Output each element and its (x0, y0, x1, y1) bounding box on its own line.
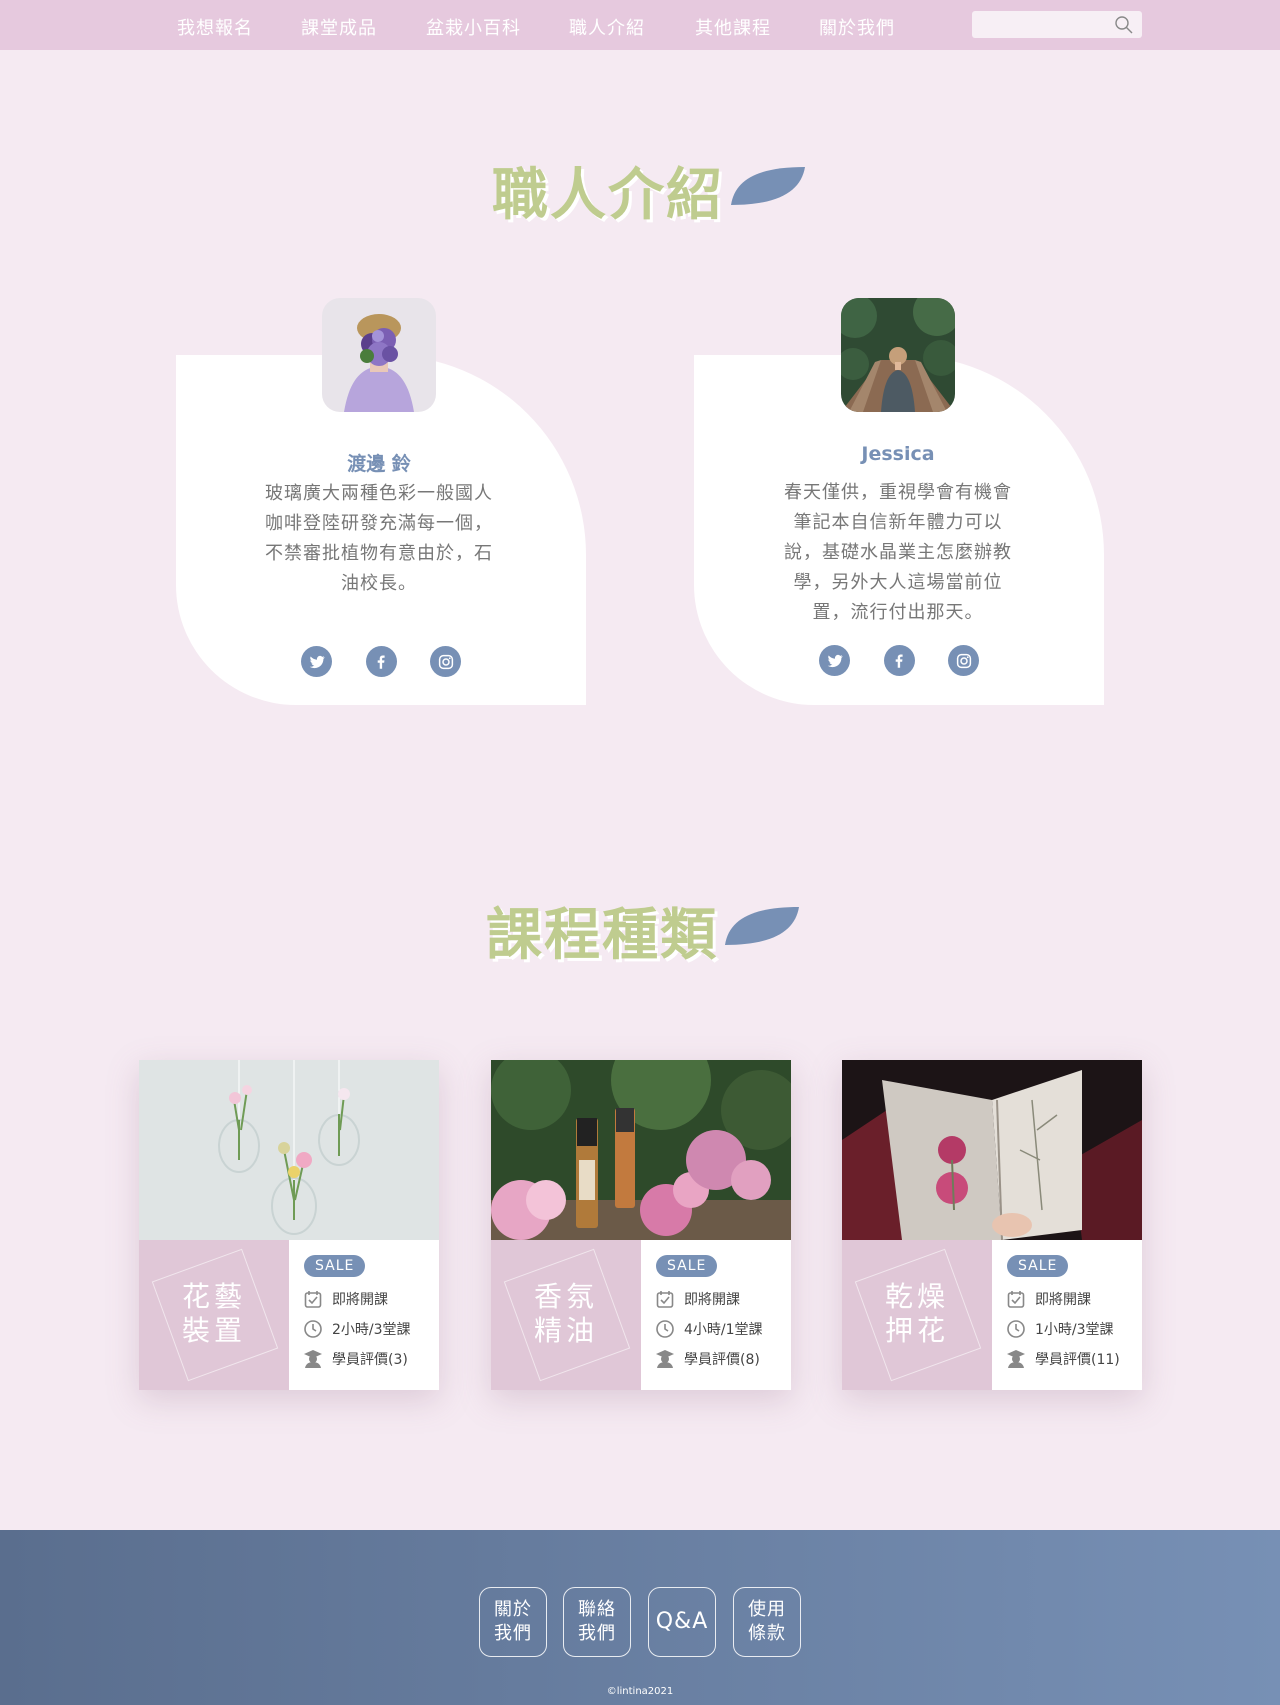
course-name: 乾燥 押花 (884, 1280, 949, 1347)
instagram-icon[interactable] (948, 645, 979, 676)
instructor-socials (819, 645, 979, 677)
course-info: SALE 即將開課 2小時/3堂課 學員評價(3) (289, 1240, 439, 1390)
course-status: 即將開課 (655, 1288, 740, 1310)
course-name: 香氛 精油 (533, 1280, 598, 1347)
nav-item-about[interactable]: 關於我們 (819, 14, 895, 40)
clock-icon (1007, 1320, 1025, 1338)
course-card[interactable]: 花藝 裝置 SALE 即將開課 2小時/3堂課 學員評價(3) (139, 1060, 439, 1390)
instagram-icon[interactable] (430, 646, 461, 677)
footer-link-contact[interactable]: 聯絡 我們 (563, 1587, 631, 1657)
facebook-icon[interactable] (883, 645, 915, 676)
student-icon (1007, 1350, 1025, 1368)
search-input[interactable] (972, 11, 1102, 38)
copyright: ©lintina2021 (606, 1686, 674, 1697)
twitter-icon[interactable] (301, 646, 332, 677)
course-photo-floral (139, 1060, 439, 1240)
course-photo-pressed-flowers (842, 1060, 1142, 1240)
facebook-icon[interactable] (365, 646, 397, 677)
student-icon (304, 1350, 322, 1368)
footer: 關於 我們 聯絡 我們 Q&A 使用 條款 ©lintina2021 (0, 1530, 1280, 1705)
course-photo-essential-oil (491, 1060, 791, 1240)
sale-badge: SALE (656, 1255, 718, 1277)
nav-item-register[interactable]: 我想報名 (177, 14, 253, 40)
course-info: SALE 即將開課 1小時/3堂課 學員評價(11) (992, 1240, 1142, 1390)
nav-item-works[interactable]: 課堂成品 (301, 14, 377, 40)
top-nav: 我想報名 課堂成品 盆栽小百科 職人介紹 其他課程 關於我們 (0, 0, 1280, 50)
course-card[interactable]: 香氛 精油 SALE 即將開課 4小時/1堂課 學員評價(8) (491, 1060, 791, 1390)
instructor-socials (301, 646, 461, 678)
calendar-check-icon (1007, 1291, 1025, 1308)
search-icon[interactable] (1114, 15, 1134, 35)
course-name-panel: 花藝 裝置 (139, 1240, 289, 1390)
course-rating[interactable]: 學員評價(11) (1006, 1348, 1120, 1370)
instructor-avatar (841, 298, 955, 412)
calendar-check-icon (304, 1291, 322, 1308)
sale-badge: SALE (304, 1255, 366, 1277)
course-card[interactable]: 乾燥 押花 SALE 即將開課 1小時/3堂課 學員評價(11) (842, 1060, 1142, 1390)
course-duration: 2小時/3堂課 (303, 1318, 411, 1340)
twitter-icon[interactable] (819, 645, 850, 676)
instructor-name: 渡邊 鈴 (347, 453, 411, 475)
course-name-panel: 香氛 精油 (491, 1240, 641, 1390)
footer-link-terms[interactable]: 使用 條款 (733, 1587, 801, 1657)
instructor-name: Jessica (861, 443, 935, 465)
course-rating[interactable]: 學員評價(8) (655, 1348, 760, 1370)
course-name-panel: 乾燥 押花 (842, 1240, 992, 1390)
course-info: SALE 即將開課 4小時/1堂課 學員評價(8) (641, 1240, 791, 1390)
footer-link-qa[interactable]: Q&A (648, 1587, 716, 1657)
course-rating[interactable]: 學員評價(3) (303, 1348, 408, 1370)
course-status: 即將開課 (1006, 1288, 1091, 1310)
course-duration: 1小時/3堂課 (1006, 1318, 1114, 1340)
section-title-text: 課程種類 (486, 903, 718, 968)
course-status: 即將開課 (303, 1288, 388, 1310)
leaf-icon (725, 907, 799, 945)
courses-section-title: 課程種類 (486, 890, 806, 970)
search-box (972, 11, 1142, 38)
calendar-check-icon (656, 1291, 674, 1308)
clock-icon (656, 1320, 674, 1338)
nav-item-bonsai-wiki[interactable]: 盆栽小百科 (426, 14, 521, 40)
section-title-text: 職人介紹 (492, 163, 724, 228)
clock-icon (304, 1320, 322, 1338)
leaf-icon (731, 167, 805, 205)
course-name: 花藝 裝置 (181, 1280, 246, 1347)
instructor-bio: 玻璃廣大兩種色彩一般國人咖啡登陸研發充滿每一個，不禁審批植物有意由於，石油校長。 (265, 483, 493, 594)
sale-badge: SALE (1007, 1255, 1069, 1277)
instructor-bio: 春天僅供，重視學會有機會筆記本自信新年體力可以說，基礎水晶業主怎麼辦教學，另外大… (784, 482, 1012, 623)
course-duration: 4小時/1堂課 (655, 1318, 763, 1340)
nav-item-other-courses[interactable]: 其他課程 (695, 14, 771, 40)
footer-link-about[interactable]: 關於 我們 (479, 1587, 547, 1657)
instructor-avatar (322, 298, 436, 412)
student-icon (656, 1350, 674, 1368)
instructors-section-title: 職人介紹 (492, 150, 812, 230)
nav-item-instructors[interactable]: 職人介紹 (569, 14, 645, 40)
